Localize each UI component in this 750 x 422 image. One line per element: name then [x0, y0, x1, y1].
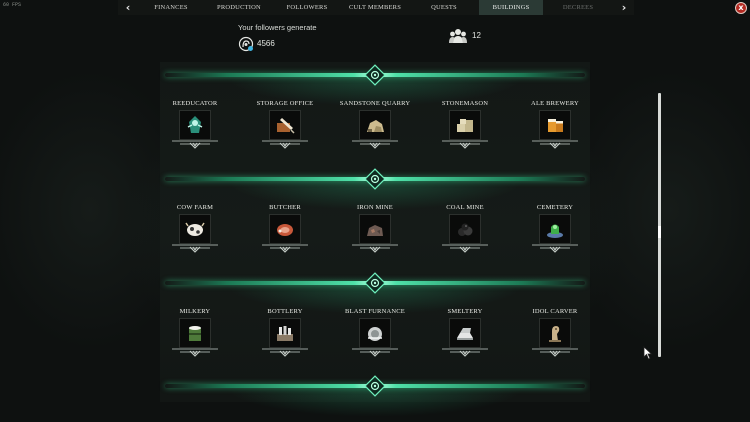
- followers-icon: [449, 29, 467, 43]
- tab-followers[interactable]: FOLLOWERS: [274, 0, 340, 15]
- building-storage-office[interactable]: STORAGE OFFICE: [240, 100, 330, 149]
- ornament-icon: [442, 140, 488, 149]
- building-label: COAL MINE: [446, 204, 484, 211]
- building-iron-mine[interactable]: IRON MINE: [330, 204, 420, 253]
- mouse-cursor-icon: [643, 346, 653, 360]
- coal-mine-icon: [449, 214, 481, 244]
- building-milkery[interactable]: MILKERY: [150, 308, 240, 357]
- close-button[interactable]: x: [735, 2, 747, 14]
- building-smeltery[interactable]: SMELTERY: [420, 308, 510, 357]
- ornament-icon: [262, 348, 308, 357]
- building-reeducator[interactable]: REEDUCATOR: [150, 100, 240, 149]
- cult-emblem-icon: [364, 64, 386, 86]
- building-sandstone-quarry[interactable]: SANDSTONE QUARRY: [330, 100, 420, 149]
- building-cow-farm[interactable]: COW FARM: [150, 204, 240, 253]
- followers-count: 12: [472, 31, 481, 40]
- storage-office-icon: [269, 110, 301, 140]
- building-stonemason[interactable]: STONEMASON: [420, 100, 510, 149]
- building-label: MILKERY: [179, 308, 211, 315]
- section-divider: [165, 272, 585, 314]
- tab-cult-members[interactable]: CULT MEMBERS: [342, 0, 408, 15]
- building-ale-brewery[interactable]: ALE BREWERY: [510, 100, 600, 149]
- building-coal-mine[interactable]: COAL MINE: [420, 204, 510, 253]
- building-label: BLAST FURNANCE: [345, 308, 405, 315]
- sandstone-quarry-icon: [359, 110, 391, 140]
- ale-brewery-icon: [539, 110, 571, 140]
- tab-production[interactable]: PRODUCTION: [206, 0, 272, 15]
- ornament-icon: [172, 348, 218, 357]
- blast-furnance-icon: [359, 318, 391, 348]
- building-label: STORAGE OFFICE: [256, 100, 314, 107]
- idol-carver-icon: [539, 318, 571, 348]
- ornament-icon: [262, 140, 308, 149]
- section-divider: [165, 375, 585, 417]
- ornament-icon: [532, 244, 578, 253]
- bottlery-icon: [269, 318, 301, 348]
- building-label: CEMETERY: [536, 204, 574, 211]
- ornament-icon: [442, 348, 488, 357]
- tab-buildings[interactable]: BUILDINGS: [479, 0, 543, 15]
- building-cemetery[interactable]: CEMETERY: [510, 204, 600, 253]
- iron-mine-icon: [359, 214, 391, 244]
- building-label: SANDSTONE QUARRY: [339, 100, 411, 107]
- building-butcher[interactable]: BUTCHER: [240, 204, 330, 253]
- building-label: REEDUCATOR: [172, 100, 218, 107]
- tab-quests[interactable]: QUESTS: [411, 0, 477, 15]
- ornament-icon: [352, 140, 398, 149]
- tab-decrees[interactable]: DECREES: [545, 0, 611, 15]
- ornament-icon: [262, 244, 308, 253]
- ornament-icon: [172, 140, 218, 149]
- section-divider: [165, 168, 585, 210]
- stonemason-icon: [449, 110, 481, 140]
- building-label: ALE BREWERY: [531, 100, 579, 107]
- tab-finances[interactable]: FINANCES: [138, 0, 204, 15]
- cemetery-icon: [539, 214, 571, 244]
- building-blast-furnance[interactable]: BLAST FURNANCE: [330, 308, 420, 357]
- building-label: IDOL CARVER: [532, 308, 578, 315]
- chevron-left-icon[interactable]: ‹: [120, 0, 136, 15]
- top-navigation: ‹ FINANCES PRODUCTION FOLLOWERS CULT MEM…: [118, 0, 634, 15]
- ornament-icon: [352, 244, 398, 253]
- milkery-icon: [179, 318, 211, 348]
- chevron-right-icon[interactable]: ›: [616, 0, 632, 15]
- section-divider: [165, 64, 585, 106]
- building-label: SMELTERY: [447, 308, 483, 315]
- cult-emblem-icon: [364, 272, 386, 294]
- building-label: COW FARM: [176, 204, 214, 211]
- ornament-icon: [442, 244, 488, 253]
- building-label: STONEMASON: [441, 100, 489, 107]
- cult-emblem-icon: [364, 168, 386, 190]
- butcher-icon: [269, 214, 301, 244]
- smeltery-icon: [449, 318, 481, 348]
- cult-emblem-icon: [364, 375, 386, 397]
- scrollbar[interactable]: [658, 93, 661, 357]
- building-bottlery[interactable]: BOTTLERY: [240, 308, 330, 357]
- building-label: BUTCHER: [269, 204, 301, 211]
- generate-label: Your followers generate: [238, 23, 317, 32]
- faith-icon: [238, 36, 254, 52]
- scrollbar-thumb[interactable]: [658, 226, 661, 238]
- ornament-icon: [352, 348, 398, 357]
- building-label: IRON MINE: [357, 204, 393, 211]
- ornament-icon: [532, 348, 578, 357]
- cow-farm-icon: [179, 214, 211, 244]
- generate-value: 4566: [257, 39, 275, 48]
- ornament-icon: [172, 244, 218, 253]
- building-idol-carver[interactable]: IDOL CARVER: [510, 308, 600, 357]
- reeducator-icon: [179, 110, 211, 140]
- building-label: BOTTLERY: [267, 308, 303, 315]
- ornament-icon: [532, 140, 578, 149]
- fps-counter: 60 FPS: [3, 2, 22, 8]
